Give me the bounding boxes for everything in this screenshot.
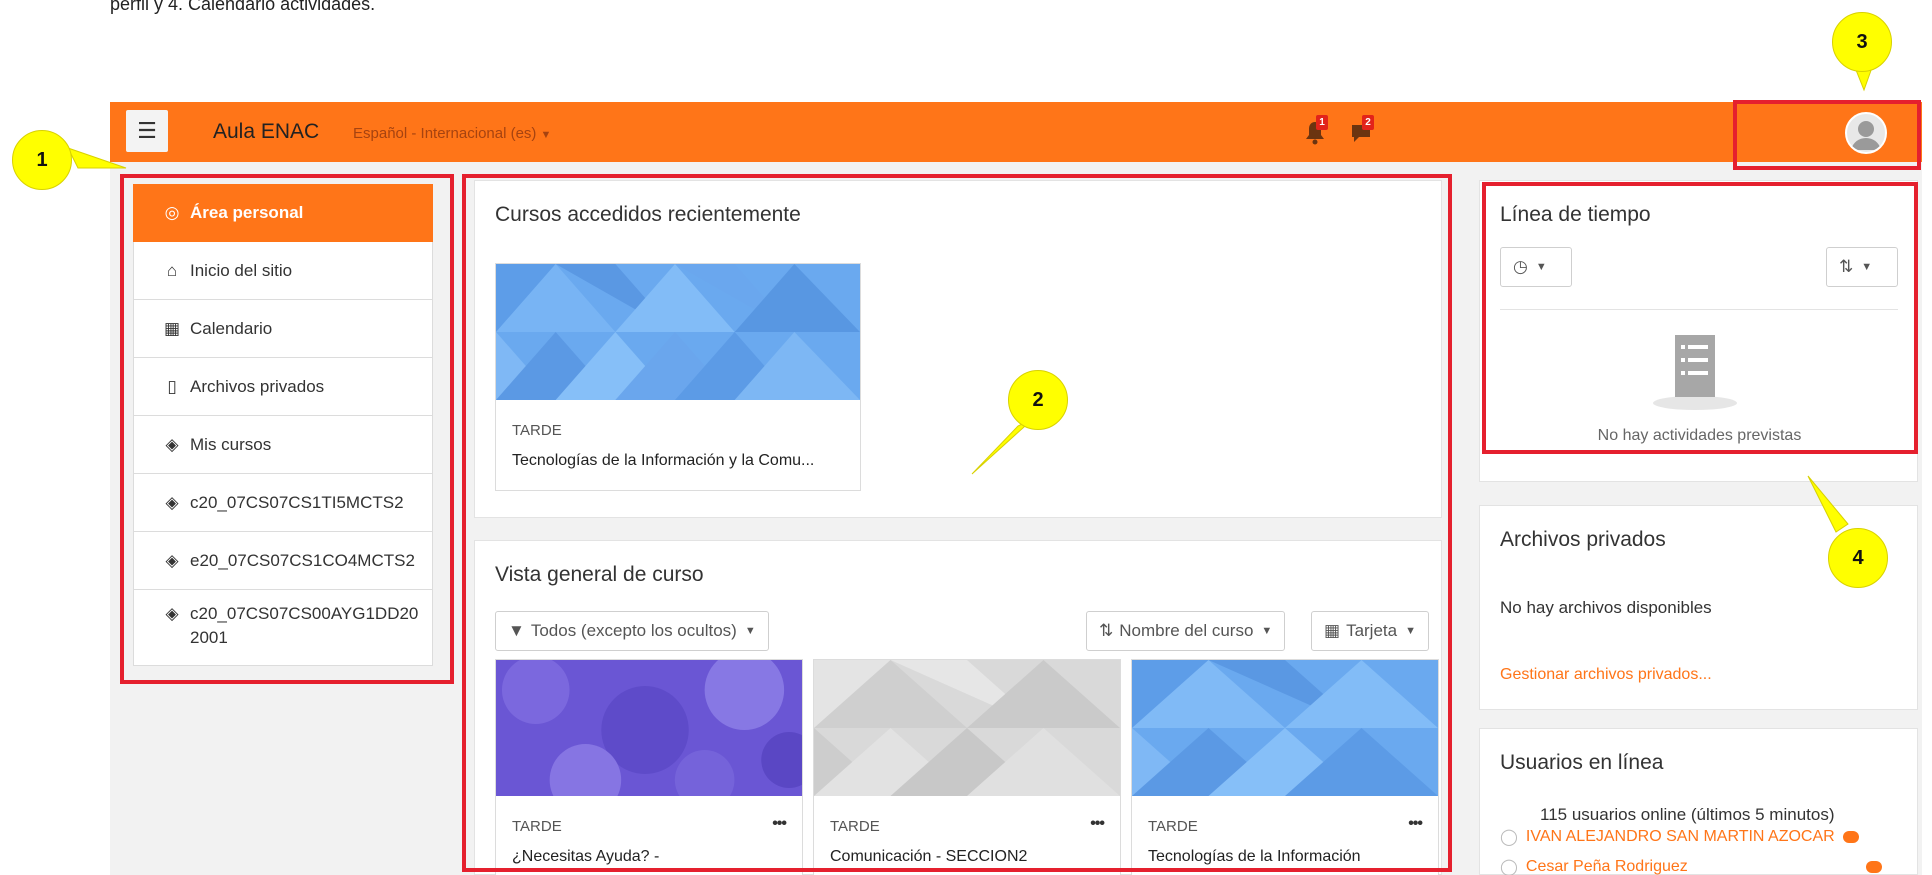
annotation-marker-2: 2 bbox=[1008, 370, 1068, 430]
annotation-marker-4: 4 bbox=[1828, 528, 1888, 588]
annotation-arrows bbox=[67, 59, 1875, 533]
annotation-marker-1: 1 bbox=[12, 130, 72, 190]
screenshot-stage: perfil y 4. Calendario actividades. ☰ Au… bbox=[0, 0, 1932, 875]
annotation-marker-3: 3 bbox=[1832, 12, 1892, 72]
